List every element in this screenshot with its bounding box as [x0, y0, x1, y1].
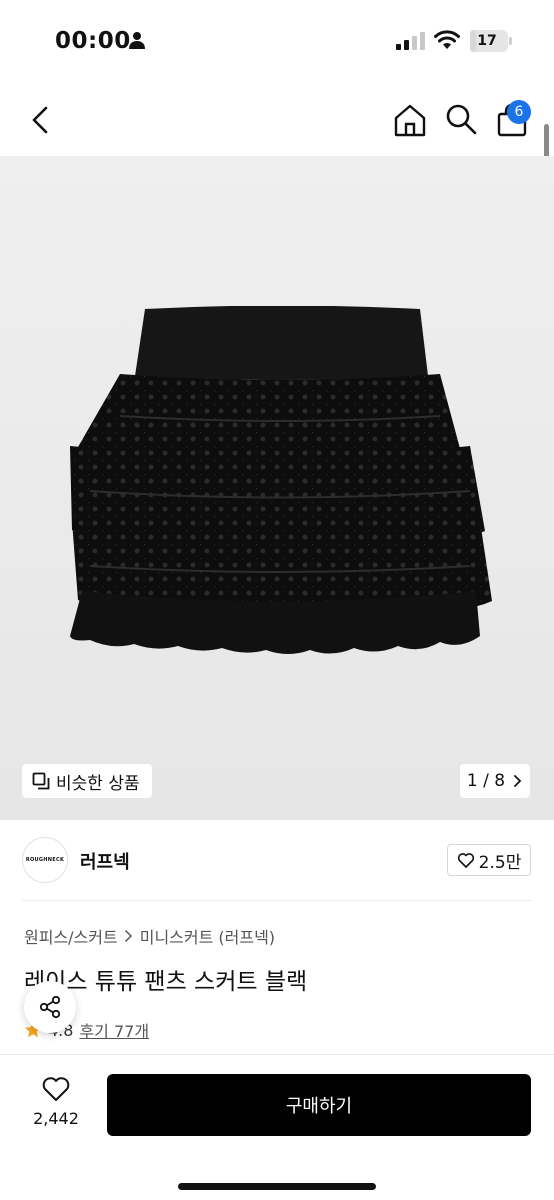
status-bar: 00:00 17 — [0, 0, 554, 84]
brand-name[interactable]: 러프넥 — [80, 848, 130, 874]
home-icon[interactable] — [392, 102, 428, 138]
breadcrumb: 원피스/스커트 미니스커트 (러프넥) — [24, 924, 275, 948]
chevron-right-icon — [514, 775, 522, 787]
search-icon[interactable] — [444, 102, 478, 136]
share-button[interactable] — [24, 981, 76, 1033]
brand-logo[interactable]: ROUGHNECK — [22, 837, 68, 883]
nav-bar — [0, 84, 554, 156]
buy-button[interactable]: 구매하기 — [107, 1074, 531, 1136]
cart-count-badge: 6 — [507, 100, 531, 124]
bottom-bar: 2,442 구매하기 — [0, 1054, 554, 1200]
wishlist-count: 2,442 — [33, 1109, 79, 1128]
brand-logo-text: ROUGHNECK — [25, 857, 65, 863]
reviews-link[interactable]: 후기 77개 — [79, 1018, 149, 1042]
battery-percent: 17 — [477, 33, 497, 49]
divider — [22, 900, 532, 901]
image-counter-text: 1 / 8 — [466, 771, 506, 791]
brand-like-count: 2.5만 — [478, 852, 522, 873]
battery-icon: 17 — [470, 30, 508, 52]
heart-icon — [457, 853, 474, 868]
person-icon — [129, 32, 145, 49]
breadcrumb-category[interactable]: 원피스/스커트 — [24, 924, 118, 948]
similar-products-label: 비슷한 상품 — [56, 773, 140, 794]
similar-products-button[interactable]: 비슷한 상품 — [22, 764, 152, 798]
wishlist-button[interactable]: 2,442 — [22, 1075, 90, 1137]
brand-like-button[interactable]: 2.5만 — [447, 844, 531, 876]
home-indicator — [178, 1183, 376, 1190]
product-image[interactable]: 비슷한 상품 1 / 8 — [0, 156, 554, 820]
skirt-image — [70, 306, 492, 654]
share-icon — [39, 995, 61, 1019]
chevron-right-icon — [124, 930, 132, 942]
image-counter[interactable]: 1 / 8 — [460, 764, 530, 798]
wifi-icon — [434, 30, 460, 49]
chevron-left-icon[interactable] — [26, 104, 56, 136]
brand-row: ROUGHNECK 러프넥 2.5만 — [0, 820, 554, 900]
status-time: 00:00 — [55, 28, 131, 54]
breadcrumb-subcategory[interactable]: 미니스커트 (러프넥) — [140, 924, 275, 948]
heart-icon — [42, 1077, 70, 1101]
battery-tip — [509, 37, 512, 45]
signal-icon — [396, 32, 425, 50]
similar-items-icon — [32, 772, 50, 790]
